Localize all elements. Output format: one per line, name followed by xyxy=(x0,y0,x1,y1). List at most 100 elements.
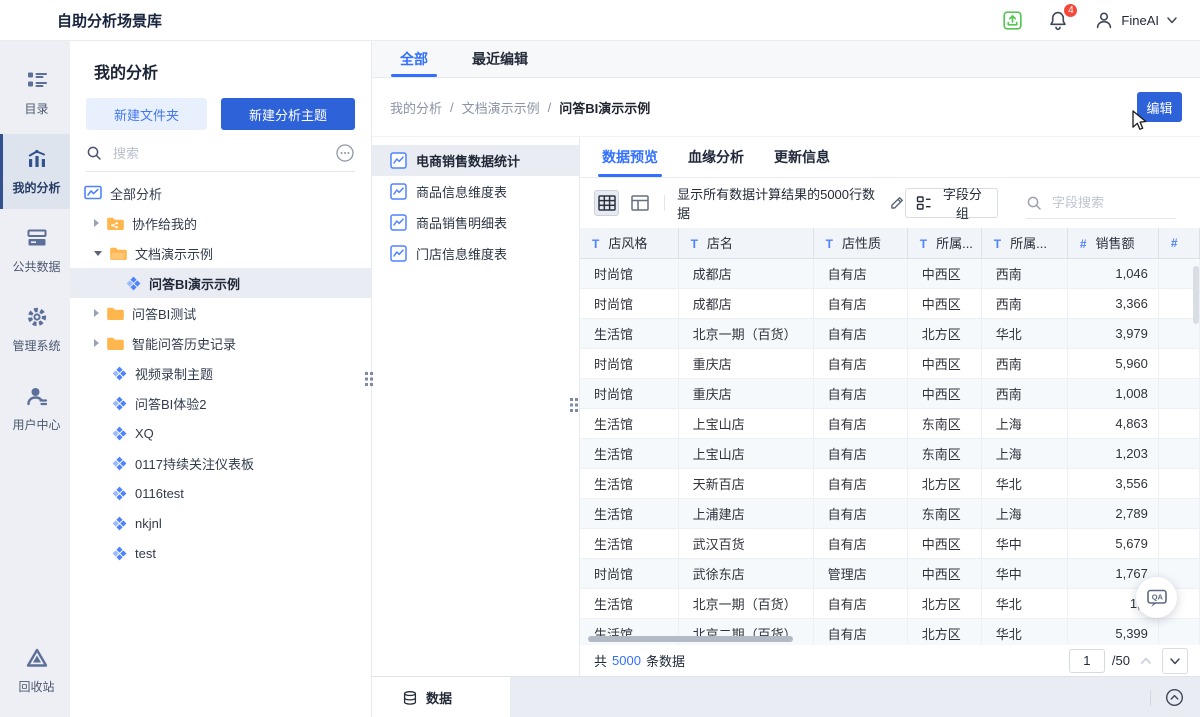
tab-recent-edit[interactable]: 最近编辑 xyxy=(472,41,528,77)
sidebar-item-label: 公共数据 xyxy=(12,258,60,275)
caret-right-icon[interactable] xyxy=(94,339,99,347)
next-page-icon[interactable] xyxy=(1162,648,1188,674)
table-cell xyxy=(1158,498,1199,528)
row-count[interactable]: 5000 xyxy=(612,653,641,668)
bottom-bar: 数据 xyxy=(372,676,1200,717)
table-cell: 中西区 xyxy=(907,348,981,378)
tree-item-test[interactable]: test xyxy=(70,538,371,568)
caret-right-icon[interactable] xyxy=(94,309,99,317)
theme-icon xyxy=(112,486,127,501)
table-cell: 东南区 xyxy=(907,438,981,468)
topbar-actions: 4 FineAI xyxy=(1003,10,1200,31)
table-row: 生活馆北京一期（百货）自有店北方区华北1,2 xyxy=(580,588,1200,618)
table-cell: 华中 xyxy=(981,528,1067,558)
tab-data-preview[interactable]: 数据预览 xyxy=(602,137,658,177)
dataset-item-label: 商品信息维度表 xyxy=(416,182,507,201)
caret-right-icon[interactable] xyxy=(94,219,99,227)
tree-item-smart-qa-history[interactable]: 智能问答历史记录 xyxy=(70,328,371,358)
column-header[interactable]: #销售额 xyxy=(1067,228,1158,258)
user-center-icon xyxy=(25,384,49,408)
breadcrumb-row: 我的分析 / 文档演示示例 / 问答BI演示示例 编辑 xyxy=(372,78,1200,137)
tree-item-dashboard-0117[interactable]: 0117持续关注仪表板 xyxy=(70,448,371,478)
sidebar-item-recycle-bin[interactable]: 回收站 xyxy=(0,633,70,708)
table-cell: 5,679 xyxy=(1067,528,1158,558)
preview-tabs: 数据预览 血缘分析 更新信息 xyxy=(580,137,1200,178)
sidebar-item-label: 用户中心 xyxy=(12,416,60,433)
tree-item-xq[interactable]: XQ xyxy=(70,418,371,448)
tree-item-label: test xyxy=(135,546,156,561)
dataset-item-4[interactable]: 门店信息维度表 xyxy=(372,238,579,269)
table-cell: 3,979 xyxy=(1067,318,1158,348)
dataset-item-3[interactable]: 商品销售明细表 xyxy=(372,207,579,238)
tree-item-test-0116[interactable]: 0116test xyxy=(70,478,371,508)
tree-item-doc-demo[interactable]: 文档演示示例 xyxy=(70,238,371,268)
tree-item-video-theme[interactable]: 视频录制主题 xyxy=(70,358,371,388)
vertical-scrollbar[interactable] xyxy=(1193,266,1199,324)
column-header[interactable]: T店风格 xyxy=(580,228,678,258)
column-name: 店名 xyxy=(707,236,733,251)
notification-bell[interactable]: 4 xyxy=(1048,10,1068,31)
edit-pencil-icon[interactable] xyxy=(889,195,905,211)
field-search-input[interactable] xyxy=(1050,194,1176,211)
column-header[interactable]: T店名 xyxy=(678,228,813,258)
new-folder-button[interactable]: 新建文件夹 xyxy=(86,98,207,130)
theme-icon xyxy=(112,426,127,441)
collapse-panel-icon[interactable] xyxy=(1165,688,1184,707)
tree-item-label: 0116test xyxy=(135,486,184,501)
text-type-icon: T xyxy=(994,237,1001,251)
export-icon[interactable] xyxy=(1003,11,1022,30)
tree-item-all-analysis[interactable]: 全部分析 xyxy=(70,178,371,208)
panel-resize-handle[interactable] xyxy=(361,368,372,379)
more-options-icon[interactable] xyxy=(335,143,355,163)
prev-page-icon[interactable] xyxy=(1140,655,1152,667)
page-input[interactable] xyxy=(1069,649,1105,673)
grid-view-icon[interactable] xyxy=(594,190,619,216)
tree-item-qa-bi-test[interactable]: 问答BI测试 xyxy=(70,298,371,328)
tab-lineage-analysis[interactable]: 血缘分析 xyxy=(688,137,744,177)
field-group-label: 字段分组 xyxy=(938,184,987,222)
admin-icon xyxy=(25,305,49,329)
horizontal-scrollbar[interactable] xyxy=(588,636,793,642)
dataset-item-1[interactable]: 电商销售数据统计 xyxy=(372,145,579,176)
panel-title: 我的分析 xyxy=(94,59,371,83)
column-header[interactable]: # xyxy=(1158,228,1199,258)
qa-chat-button[interactable]: QA xyxy=(1136,577,1177,618)
field-group-button[interactable]: 字段分组 xyxy=(905,188,998,218)
sidebar-item-label: 管理系统 xyxy=(12,337,60,354)
sidebar-item-user-center[interactable]: 用户中心 xyxy=(0,371,70,446)
tab-update-info[interactable]: 更新信息 xyxy=(774,137,830,177)
tree-search-input[interactable] xyxy=(111,145,326,162)
breadcrumb-item-1[interactable]: 我的分析 xyxy=(390,98,442,117)
tree-item-qa-bi-demo[interactable]: 问答BI演示示例 xyxy=(70,268,371,298)
sidebar-item-catalog[interactable]: 目录 xyxy=(0,55,70,130)
column-header[interactable]: T店性质 xyxy=(813,228,907,258)
sidebar-item-my-analysis[interactable]: 我的分析 xyxy=(0,134,70,209)
dataset-item-2[interactable]: 商品信息维度表 xyxy=(372,176,579,207)
table-cell: 时尚馆 xyxy=(580,288,678,318)
column-header[interactable]: T所属... xyxy=(981,228,1067,258)
table-cell: 重庆店 xyxy=(678,378,813,408)
user-menu[interactable]: FineAI xyxy=(1094,10,1178,30)
sidebar-item-public-data[interactable]: 公共数据 xyxy=(0,213,70,288)
new-theme-button[interactable]: 新建分析主题 xyxy=(221,98,355,130)
tree-item-nkjnl[interactable]: nkjnl xyxy=(70,508,371,538)
notification-badge: 4 xyxy=(1062,2,1079,19)
caret-down-icon[interactable] xyxy=(94,251,102,256)
tab-all[interactable]: 全部 xyxy=(400,41,428,77)
tree-item-qa-bi-exp2[interactable]: 问答BI体验2 xyxy=(70,388,371,418)
split-view-icon[interactable] xyxy=(627,190,652,216)
table-cell: 上宝山店 xyxy=(678,408,813,438)
edit-button[interactable]: 编辑 xyxy=(1137,92,1182,122)
table-cell: 成都店 xyxy=(678,258,813,288)
panel-resize-handle[interactable] xyxy=(566,394,577,405)
tree-item-label: 文档演示示例 xyxy=(135,244,213,263)
breadcrumb-item-2[interactable]: 文档演示示例 xyxy=(462,98,540,117)
sidebar-item-admin-system[interactable]: 管理系统 xyxy=(0,292,70,367)
tab-data[interactable]: 数据 xyxy=(372,677,510,717)
tree-item-shared-to-me[interactable]: 协作给我的 xyxy=(70,208,371,238)
table-cell: 中西区 xyxy=(907,288,981,318)
row-limit-text: 显示所有数据计算结果的5000行数据 xyxy=(677,184,880,222)
table-footer: 共 5000 条数据 /50 xyxy=(580,645,1200,676)
column-header[interactable]: T所属... xyxy=(907,228,981,258)
table-cell xyxy=(1158,528,1199,558)
